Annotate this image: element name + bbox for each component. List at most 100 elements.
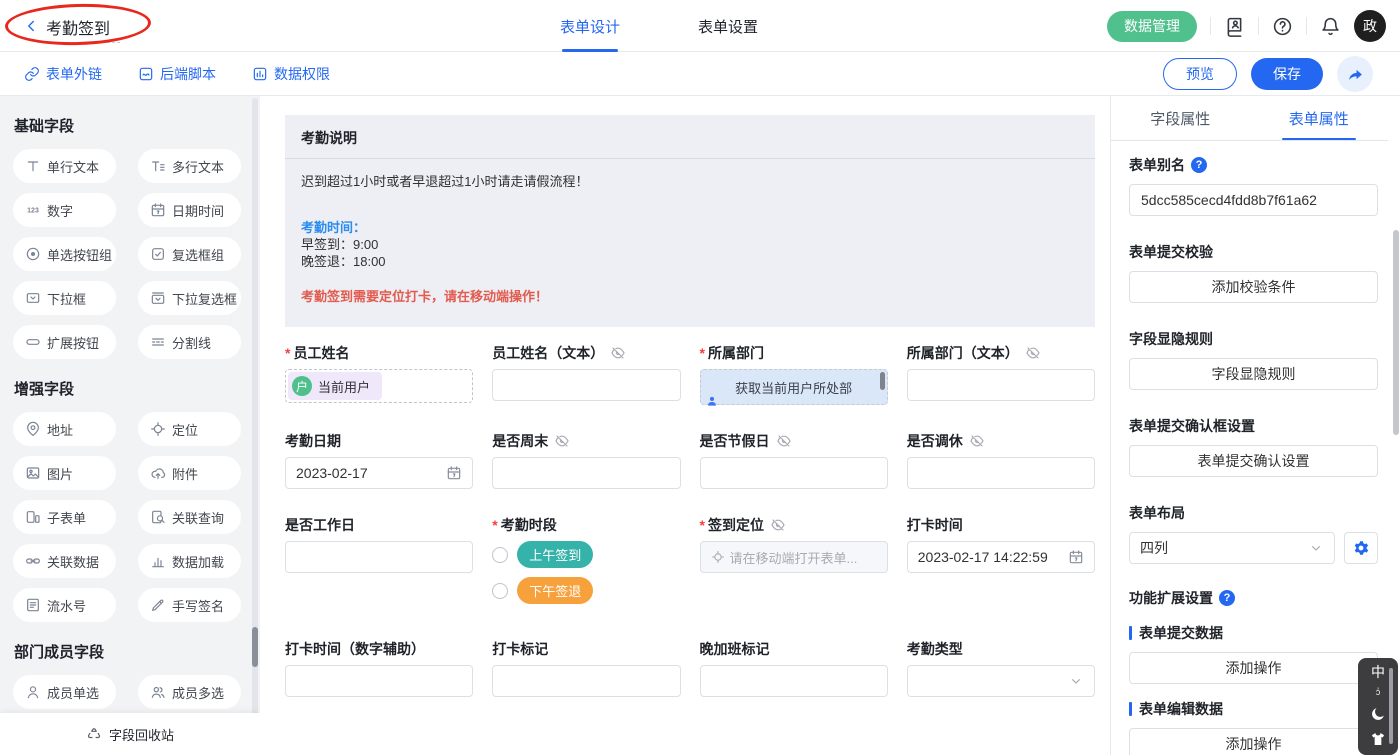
layout-select[interactable]: 四列 <box>1129 532 1335 564</box>
dept-text-input[interactable] <box>907 369 1095 401</box>
sidebar-item-radio-group[interactable]: 单选按钮组 <box>13 237 116 271</box>
dark-mode-moon-icon[interactable] <box>1370 706 1386 722</box>
radio-circle[interactable] <box>492 583 508 599</box>
notice-time-title: 考勤时间： <box>301 219 1079 236</box>
tab-form-design[interactable]: 表单设计 <box>560 0 620 52</box>
att-type-select[interactable] <box>907 665 1095 697</box>
form-canvas: 考勤说明 迟到超过1小时或者早退超过1小时请走请假流程！ 考勤时间： 早签到：9… <box>260 96 1110 755</box>
contact-book-icon[interactable] <box>1224 16 1245 37</box>
emp-name-control[interactable]: 户 当前用户 <box>285 369 473 403</box>
submit-confirm-heading: 表单提交确认框设置 <box>1129 416 1378 436</box>
submit-data-add-button[interactable]: 添加操作 <box>1129 652 1378 684</box>
sidebar-scrollbar-thumb[interactable] <box>252 627 258 667</box>
location-input[interactable]: 请在移动端打开表单... <box>700 541 888 573</box>
sidebar-item-related-data[interactable]: 关联数据 <box>13 544 116 578</box>
layout-settings-button[interactable] <box>1344 532 1378 564</box>
submit-confirm-button[interactable]: 表单提交确认设置 <box>1129 445 1378 477</box>
is-holiday-input[interactable] <box>700 457 888 489</box>
notification-bell-icon[interactable] <box>1320 16 1341 37</box>
hidden-eye-icon <box>1025 345 1041 361</box>
form-alias-input[interactable] <box>1129 184 1378 216</box>
sidebar-item-checkbox-group[interactable]: 复选框组 <box>138 237 241 271</box>
punch-mark-input[interactable] <box>492 665 680 697</box>
radio-option-afternoon[interactable]: 下午签退 <box>492 577 680 604</box>
punch-num-input[interactable] <box>285 665 473 697</box>
tab-form-settings[interactable]: 表单设置 <box>698 0 758 52</box>
data-permission-button[interactable]: 数据权限 <box>252 64 330 84</box>
backend-script-button[interactable]: 后端脚本 <box>138 64 216 84</box>
overtime-mark-input[interactable] <box>700 665 888 697</box>
radio-option-morning[interactable]: 上午签到 <box>492 541 680 568</box>
sidebar-item-serial-number[interactable]: 流水号 <box>13 588 116 622</box>
sidebar-item-divider[interactable]: 分割线 <box>138 325 241 359</box>
tab-field-properties[interactable]: 字段属性 <box>1111 96 1250 140</box>
sidebar-item-number[interactable]: 123数字 <box>13 193 116 227</box>
radio-circle[interactable] <box>492 547 508 563</box>
field-is-rest: 是否调休 <box>907 431 1095 489</box>
widget-scrollbar-line <box>1389 668 1393 744</box>
help-circle-icon[interactable]: ? <box>1191 157 1207 173</box>
is-workday-input[interactable] <box>285 541 473 573</box>
field-label: 考勤日期 <box>285 431 341 451</box>
is-weekend-input[interactable] <box>492 457 680 489</box>
chevron-down-icon <box>1068 673 1084 689</box>
calendar-icon[interactable] <box>1068 549 1084 565</box>
preview-button[interactable]: 预览 <box>1163 58 1237 90</box>
calendar-icon[interactable] <box>446 465 462 481</box>
properties-tabs: 字段属性 表单属性 <box>1111 96 1388 141</box>
sidebar-item-multi-text[interactable]: 多行文本 <box>138 149 241 183</box>
sidebar-item-data-load[interactable]: 数据加载 <box>138 544 241 578</box>
user-circle-icon: 户 <box>292 376 312 396</box>
field-label: 是否工作日 <box>285 515 355 535</box>
sidebar-item-single-text[interactable]: 单行文本 <box>13 149 116 183</box>
sidebar-item-member-single[interactable]: 成员单选 <box>13 675 116 709</box>
window-scrollbar-thumb[interactable] <box>1393 230 1399 435</box>
external-link-button[interactable]: 表单外链 <box>24 64 102 84</box>
back-icon[interactable] <box>22 17 40 35</box>
sidebar-item-subform[interactable]: 子表单 <box>13 500 116 534</box>
section-member-fields: 部门成员字段 <box>14 641 260 662</box>
field-label: 所属部门 <box>708 343 764 363</box>
gear-icon <box>1352 539 1370 557</box>
visibility-rules-button[interactable]: 字段显隐规则 <box>1129 358 1378 390</box>
share-button[interactable] <box>1337 56 1373 92</box>
sidebar-item-signature[interactable]: 手写签名 <box>138 588 241 622</box>
sidebar-item-select[interactable]: 下拉框 <box>13 281 116 315</box>
tab-form-properties[interactable]: 表单属性 <box>1250 96 1389 140</box>
dept-control[interactable]: 获取当前用户所处部 <box>700 369 888 405</box>
field-label: 打卡时间（数字辅助） <box>285 639 425 659</box>
notice-line: 迟到超过1小时或者早退超过1小时请走请假流程！ <box>301 173 1079 190</box>
language-toggle-icon[interactable]: 中 <box>1371 665 1385 679</box>
edit-data-add-button[interactable]: 添加操作 <box>1129 728 1378 755</box>
sidebar-item-datetime[interactable]: 日期时间 <box>138 193 241 227</box>
sidebar-item-image[interactable]: 图片 <box>13 456 116 490</box>
field-recycle-bin[interactable]: 字段回收站 <box>0 713 260 755</box>
sidebar-item-member-multi[interactable]: 成员多选 <box>138 675 241 709</box>
select-icon <box>25 290 41 306</box>
required-asterisk: * <box>492 517 497 533</box>
sidebar-item-attachment[interactable]: 附件 <box>138 456 241 490</box>
is-rest-input[interactable] <box>907 457 1095 489</box>
sidebar-item-locate[interactable]: 定位 <box>138 412 241 446</box>
help-circle-icon[interactable]: ? <box>1219 590 1235 606</box>
data-manage-button[interactable]: 数据管理 <box>1107 11 1197 42</box>
theme-shirt-icon[interactable] <box>1370 731 1386 747</box>
add-check-condition-button[interactable]: 添加校验条件 <box>1129 271 1378 303</box>
sidebar-item-multiselect[interactable]: 下拉复选框 <box>138 281 241 315</box>
edit-data-heading: 表单编辑数据 <box>1129 699 1378 719</box>
help-icon[interactable] <box>1272 16 1293 37</box>
att-date-input[interactable]: 2023-02-17 <box>285 457 473 489</box>
attendance-notice-block[interactable]: 考勤说明 迟到超过1小时或者早退超过1小时请走请假流程！ 考勤时间： 早签到：9… <box>285 115 1095 327</box>
avatar[interactable]: 政 <box>1354 10 1386 42</box>
sidebar-item-extend-button[interactable]: 扩展按钮 <box>13 325 116 359</box>
sidebar-item-address[interactable]: 地址 <box>13 412 116 446</box>
emp-name-text-input[interactable] <box>492 369 680 401</box>
toolbar-actions: 预览 保存 <box>1163 52 1373 96</box>
save-button[interactable]: 保存 <box>1251 58 1323 90</box>
basic-fields-grid: 单行文本 多行文本 123数字 日期时间 单选按钮组 复选框组 下拉框 下拉复选… <box>0 149 260 359</box>
punch-time-input[interactable]: 2023-02-17 14:22:59 <box>907 541 1095 573</box>
sidebar-item-related-query[interactable]: 关联查询 <box>138 500 241 534</box>
header-tabs: 表单设计 表单设置 <box>560 0 758 52</box>
field-label: 是否节假日 <box>700 431 770 451</box>
current-user-tag[interactable]: 户 当前用户 <box>288 372 382 400</box>
